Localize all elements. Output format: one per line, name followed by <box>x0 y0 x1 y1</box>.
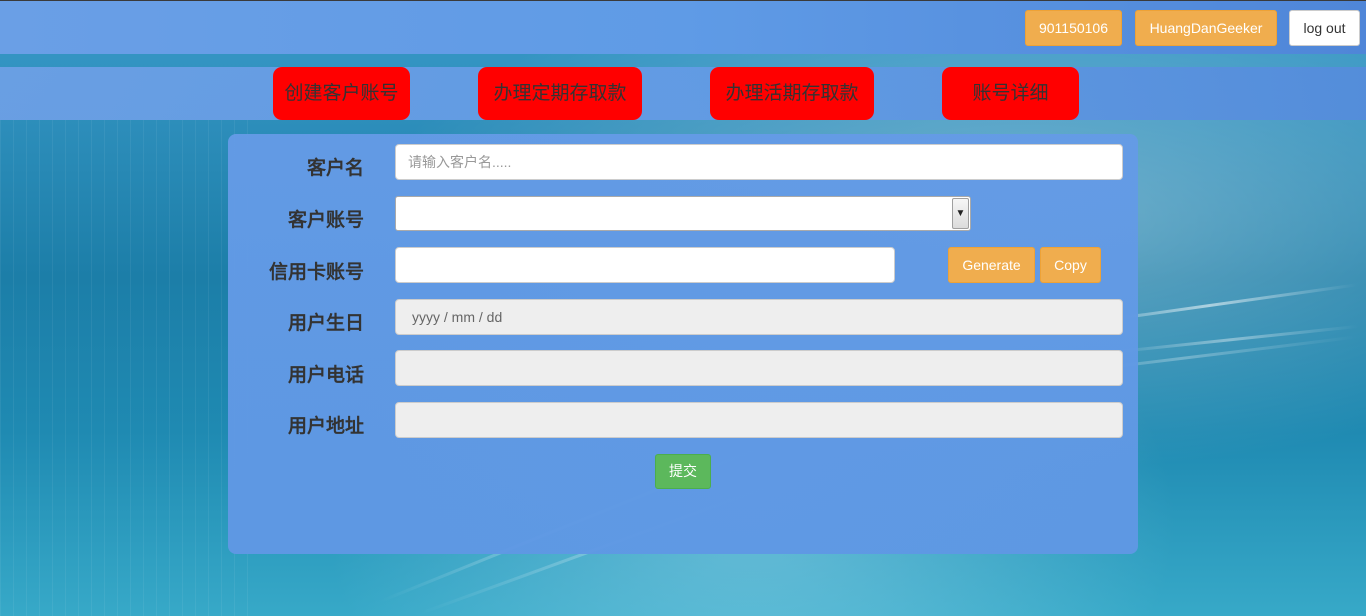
copy-button[interactable]: Copy <box>1040 247 1101 283</box>
birthday-input[interactable]: yyyy / mm / dd <box>395 299 1123 335</box>
logout-button[interactable]: log out <box>1289 10 1360 46</box>
customer-name-input[interactable]: 请输入客户名..... <box>395 144 1123 180</box>
account-number-button[interactable]: 901150106 <box>1025 10 1122 46</box>
nav-fixed-deposit[interactable]: 办理定期存取款 <box>478 67 642 120</box>
credit-card-input[interactable] <box>395 247 895 283</box>
username-button[interactable]: HuangDanGeeker <box>1135 10 1277 46</box>
chevron-down-icon[interactable]: ▼ <box>952 198 969 229</box>
submit-button[interactable]: 提交 <box>655 454 711 489</box>
phone-input[interactable] <box>395 350 1123 386</box>
customer-name-label: 客户名 <box>306 158 364 179</box>
customer-account-label: 客户账号 <box>287 210 364 231</box>
main-nav: 创建客户账号 办理定期存取款 办理活期存取款 账号详细 <box>0 67 1366 120</box>
birthday-label: 用户生日 <box>287 313 364 334</box>
top-header-bar: 901150106 HuangDanGeeker log out <box>0 0 1366 54</box>
credit-card-label: 信用卡账号 <box>268 262 364 283</box>
nav-current-deposit[interactable]: 办理活期存取款 <box>710 67 874 120</box>
generate-button[interactable]: Generate <box>948 247 1035 283</box>
address-label: 用户地址 <box>287 416 364 437</box>
customer-form-panel: 客户名 请输入客户名..... 客户账号 ▼ 信用卡账号 Generate Co… <box>228 134 1138 554</box>
phone-label: 用户电话 <box>287 365 364 386</box>
nav-account-details[interactable]: 账号详细 <box>942 67 1079 120</box>
address-input[interactable] <box>395 402 1123 438</box>
customer-account-select[interactable]: ▼ <box>395 196 971 231</box>
nav-create-customer-account[interactable]: 创建客户账号 <box>273 67 410 120</box>
background-lines <box>0 120 260 616</box>
